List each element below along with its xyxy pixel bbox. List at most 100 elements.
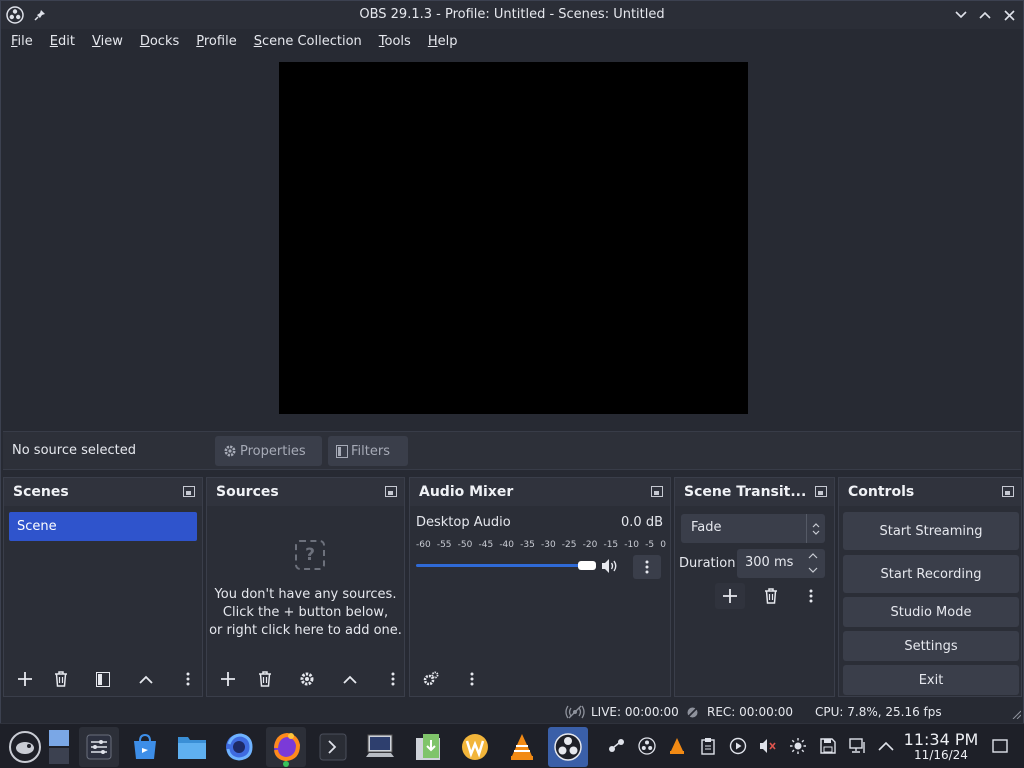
system-monitor-icon[interactable] (360, 727, 400, 767)
file-manager-icon[interactable] (172, 727, 212, 767)
speaker-icon[interactable] (601, 558, 619, 574)
kebab-menu-icon (809, 589, 813, 603)
move-source-up-button[interactable] (335, 666, 365, 692)
clipboard-tray-icon[interactable] (698, 736, 718, 756)
kebab-menu-icon (391, 672, 395, 686)
resize-grip-icon[interactable] (1011, 709, 1021, 719)
chevron-up-icon[interactable] (876, 736, 896, 756)
transition-select-arrows-icon[interactable] (806, 514, 824, 543)
firefox-active-icon[interactable] (266, 727, 306, 767)
duration-stepper-icon[interactable] (808, 551, 822, 577)
brightness-tray-icon[interactable] (788, 736, 808, 756)
menu-view[interactable]: View (92, 34, 123, 49)
scenes-toolbar (4, 662, 202, 696)
network-share-tray-icon[interactable] (607, 736, 627, 756)
sources-empty-message[interactable]: You don't have any sources. Click the + … (207, 586, 404, 640)
sources-dock-header: Sources (207, 478, 404, 506)
volume-slider-handle[interactable] (578, 561, 596, 570)
wps-writer-icon[interactable] (455, 727, 495, 767)
transition-more-button[interactable] (796, 583, 826, 609)
move-scene-up-button[interactable] (131, 666, 161, 692)
start-streaming-button[interactable]: Start Streaming (843, 512, 1019, 550)
remove-source-button[interactable] (250, 666, 280, 692)
tick-label: -60 (416, 540, 431, 550)
trash-icon (765, 588, 777, 604)
pager-icon[interactable] (45, 727, 73, 767)
gear-icon (224, 445, 236, 457)
scene-list-item[interactable]: Scene (9, 512, 197, 541)
menu-profile[interactable]: Profile (196, 34, 236, 49)
obs-taskbar-icon[interactable] (548, 727, 588, 767)
add-scene-button[interactable] (10, 666, 40, 692)
audio-mixer-more-button[interactable] (460, 666, 484, 692)
properties-button[interactable]: Properties (215, 436, 322, 466)
volume-slider[interactable] (416, 564, 588, 567)
kebab-menu-icon (645, 560, 649, 574)
undock-icon[interactable] (385, 486, 397, 497)
add-source-button[interactable] (213, 666, 243, 692)
gear-icon (300, 672, 314, 686)
clock[interactable]: 11:34 PM 11/16/24 (902, 730, 980, 762)
undock-icon[interactable] (1002, 486, 1014, 497)
filter-icon (336, 444, 348, 458)
transitions-dock-header: Scene Transit... (675, 478, 834, 506)
tick-label: -25 (561, 540, 577, 550)
system-settings-icon[interactable] (79, 727, 119, 767)
channel-more-button[interactable] (633, 555, 661, 579)
source-properties-button[interactable] (292, 666, 322, 692)
menu-docks[interactable]: Docks (140, 34, 179, 49)
menu-help[interactable]: Help (428, 34, 458, 49)
audio-channel-name: Desktop Audio (416, 515, 511, 530)
firefox-icon[interactable] (219, 727, 259, 767)
undock-icon[interactable] (183, 486, 195, 497)
terminal-icon[interactable] (313, 727, 353, 767)
menu-tools[interactable]: Tools (379, 34, 411, 49)
duration-label: Duration (679, 556, 736, 571)
menu-edit[interactable]: Edit (50, 34, 75, 49)
discover-store-icon[interactable] (125, 727, 165, 767)
remove-transition-button[interactable] (756, 583, 786, 609)
archive-manager-icon[interactable] (408, 727, 448, 767)
program-preview[interactable] (279, 62, 748, 414)
storage-tray-icon[interactable] (818, 736, 838, 756)
kebab-menu-icon (186, 672, 190, 686)
scene-filters-button[interactable] (88, 666, 118, 692)
audio-channel-db: 0.0 dB (621, 515, 663, 530)
undock-icon[interactable] (651, 486, 663, 497)
filters-button[interactable]: Filters (328, 436, 408, 466)
settings-button[interactable]: Settings (843, 631, 1019, 661)
menu-scene-collection[interactable]: Scene Collection (254, 34, 362, 49)
advanced-audio-button[interactable] (416, 666, 446, 692)
tick-label: -20 (582, 540, 598, 550)
tick-label: -15 (603, 540, 619, 550)
sources-more-button[interactable] (383, 666, 403, 692)
audio-mixer-title: Audio Mixer (419, 484, 514, 500)
close-icon[interactable] (1000, 6, 1018, 24)
empty-line-1: You don't have any sources. (214, 587, 397, 602)
undock-icon[interactable] (815, 486, 827, 497)
studio-mode-button[interactable]: Studio Mode (843, 597, 1019, 627)
vlc-icon[interactable] (502, 727, 542, 767)
tick-label: -35 (520, 540, 535, 550)
show-desktop-icon[interactable] (990, 736, 1010, 756)
media-player-tray-icon[interactable] (728, 736, 748, 756)
chevron-up-icon (139, 675, 153, 684)
menu-file[interactable]: File (11, 34, 33, 49)
exit-button[interactable]: Exit (843, 665, 1019, 695)
start-menu-icon[interactable] (5, 727, 45, 767)
obs-tray-icon[interactable] (637, 736, 657, 756)
scenes-more-button[interactable] (178, 666, 198, 692)
maximize-icon[interactable] (976, 6, 994, 24)
minimize-icon[interactable] (952, 6, 970, 24)
transition-select[interactable]: Fade (681, 514, 825, 543)
scene-transitions-dock: Scene Transit... Fade Duration 300 ms (674, 477, 835, 697)
tick-label: -30 (540, 540, 556, 550)
volume-muted-tray-icon[interactable] (758, 736, 778, 756)
remove-scene-button[interactable] (46, 666, 76, 692)
start-recording-button[interactable]: Start Recording (843, 555, 1019, 593)
plus-icon (723, 589, 737, 603)
vlc-tray-icon[interactable] (667, 736, 687, 756)
scenes-dock: Scenes Scene (3, 477, 203, 697)
network-tray-icon[interactable] (848, 736, 868, 756)
add-transition-button[interactable] (715, 583, 745, 609)
